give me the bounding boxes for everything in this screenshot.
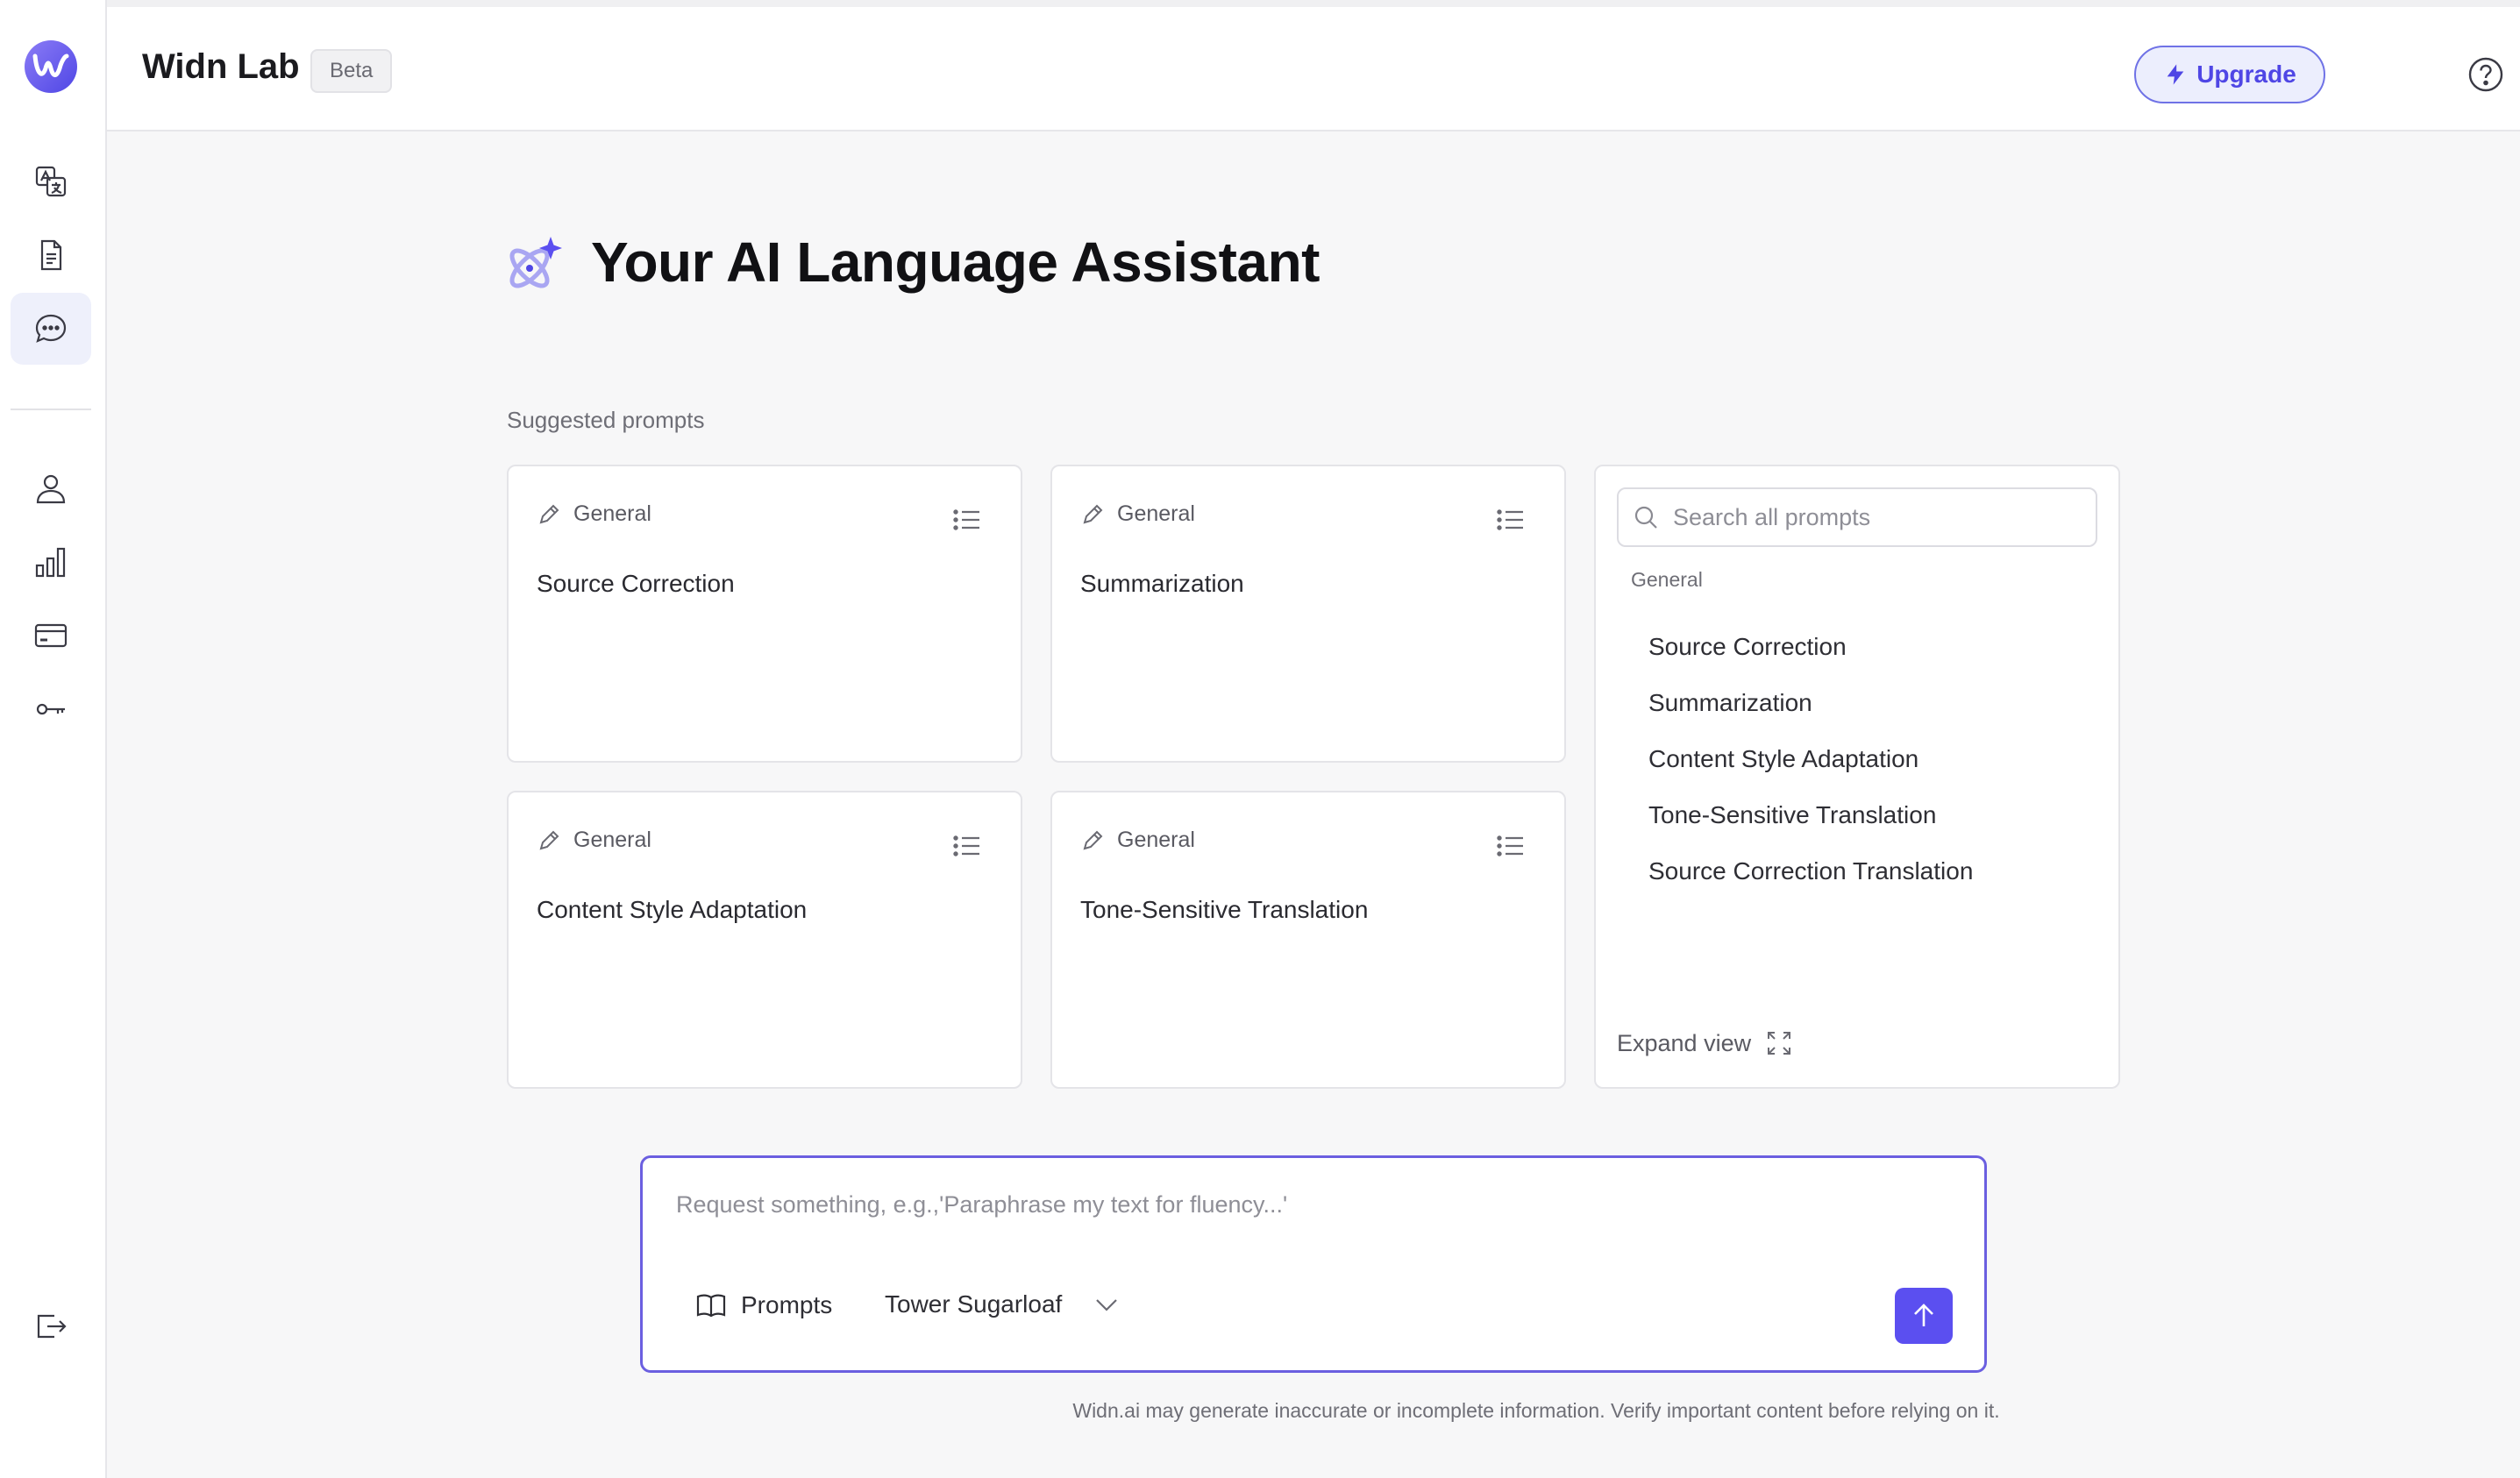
logout-button[interactable] [11,1290,91,1362]
chevron-down-icon [1096,1299,1118,1311]
user-icon [36,474,66,504]
upgrade-button[interactable]: Upgrade [2134,46,2325,103]
card-category: General [537,828,651,853]
card-category-label: General [573,501,651,526]
key-icon [36,703,65,715]
pencil-icon [1083,830,1103,849]
pencil-icon [539,830,559,849]
widn-logo[interactable] [23,39,79,95]
prompt-list-item[interactable]: Source Correction Translation [1648,857,1973,913]
suggested-prompts-label: Suggested prompts [507,407,705,433]
search-icon [1634,506,1657,529]
sidebar-divider [11,409,91,410]
model-select-value: Tower Sugarloaf [885,1290,1063,1318]
bolt-icon [2167,64,2184,85]
card-title: Summarization [1080,570,1244,597]
prompt-list-item[interactable]: Summarization [1648,689,1973,745]
prompt-group-label: General [1631,568,1703,591]
prompt-list-item[interactable]: Source Correction [1648,633,1973,689]
upgrade-label: Upgrade [2196,60,2296,88]
disclaimer-container: Widn.ai may generate inaccurate or incom… [0,1399,2520,1423]
prompt-library-panel: General Source Correction Summarization … [1594,465,2120,1089]
top-bar: Widn Lab Beta Upgrade [107,0,2520,131]
bar-chart-icon [35,547,66,578]
sidebar-item-billing[interactable] [11,600,91,671]
list-icon[interactable] [1496,831,1526,861]
prompt-list: Source Correction Summarization Content … [1648,633,1973,913]
book-open-icon [696,1294,726,1318]
page-title: Your AI Language Assistant [591,231,1320,294]
card-category-label: General [1117,501,1195,526]
expand-icon [1768,1032,1791,1055]
prompt-list-item[interactable]: Tone-Sensitive Translation [1648,801,1973,857]
disclaimer-text: Widn.ai may generate inaccurate or incom… [1072,1399,2000,1422]
card-category: General [537,501,651,527]
pencil-icon [1083,504,1103,523]
card-title: Content Style Adaptation [537,896,808,923]
chat-composer: Prompts Tower Sugarloaf [640,1155,1987,1373]
search-box[interactable] [1617,487,2097,547]
card-title: Source Correction [537,570,735,597]
pencil-icon [539,504,559,523]
app-title: Widn Lab [142,47,300,86]
prompts-button[interactable]: Prompts [695,1290,832,1321]
credit-card-icon [34,623,68,648]
sidebar-item-profile[interactable] [11,452,91,524]
sidebar-item-translate[interactable] [11,146,91,217]
chat-bubble-icon [35,314,67,343]
sidebar-item-api-keys[interactable] [11,673,91,745]
card-category-label: General [573,828,651,852]
send-button[interactable] [1895,1288,1953,1344]
prompt-card[interactable]: General Summarization [1050,465,1566,763]
expand-view-label: Expand view [1617,1029,1752,1056]
chat-input[interactable] [676,1191,1904,1244]
card-category-label: General [1117,828,1195,852]
translate-icon [35,166,67,197]
list-icon[interactable] [1496,505,1526,535]
sidebar-item-chat[interactable] [11,293,91,365]
prompt-card[interactable]: General Content Style Adaptation [507,791,1022,1089]
list-icon[interactable] [952,505,982,535]
ai-assistant-icon [503,233,566,296]
card-category: General [1080,828,1195,853]
help-circle-icon[interactable] [2467,56,2504,93]
arrow-up-icon [1914,1304,1933,1326]
sidebar-item-documents[interactable] [11,219,91,291]
model-select[interactable]: Tower Sugarloaf [885,1290,1121,1319]
sidebar-item-usage[interactable] [11,526,91,598]
card-title: Tone-Sensitive Translation [1080,896,1369,923]
logout-icon [37,1314,67,1339]
list-icon[interactable] [952,831,982,861]
prompt-card[interactable]: General Source Correction [507,465,1022,763]
expand-view-button[interactable]: Expand view [1617,1029,1793,1057]
card-category: General [1080,501,1195,527]
document-icon [40,239,62,271]
prompt-card[interactable]: General Tone-Sensitive Translation [1050,791,1566,1089]
beta-badge: Beta [310,49,393,93]
sidebar [0,0,107,1478]
search-input[interactable] [1673,503,2085,531]
prompt-list-item[interactable]: Content Style Adaptation [1648,745,1973,801]
prompts-label: Prompts [741,1291,833,1318]
